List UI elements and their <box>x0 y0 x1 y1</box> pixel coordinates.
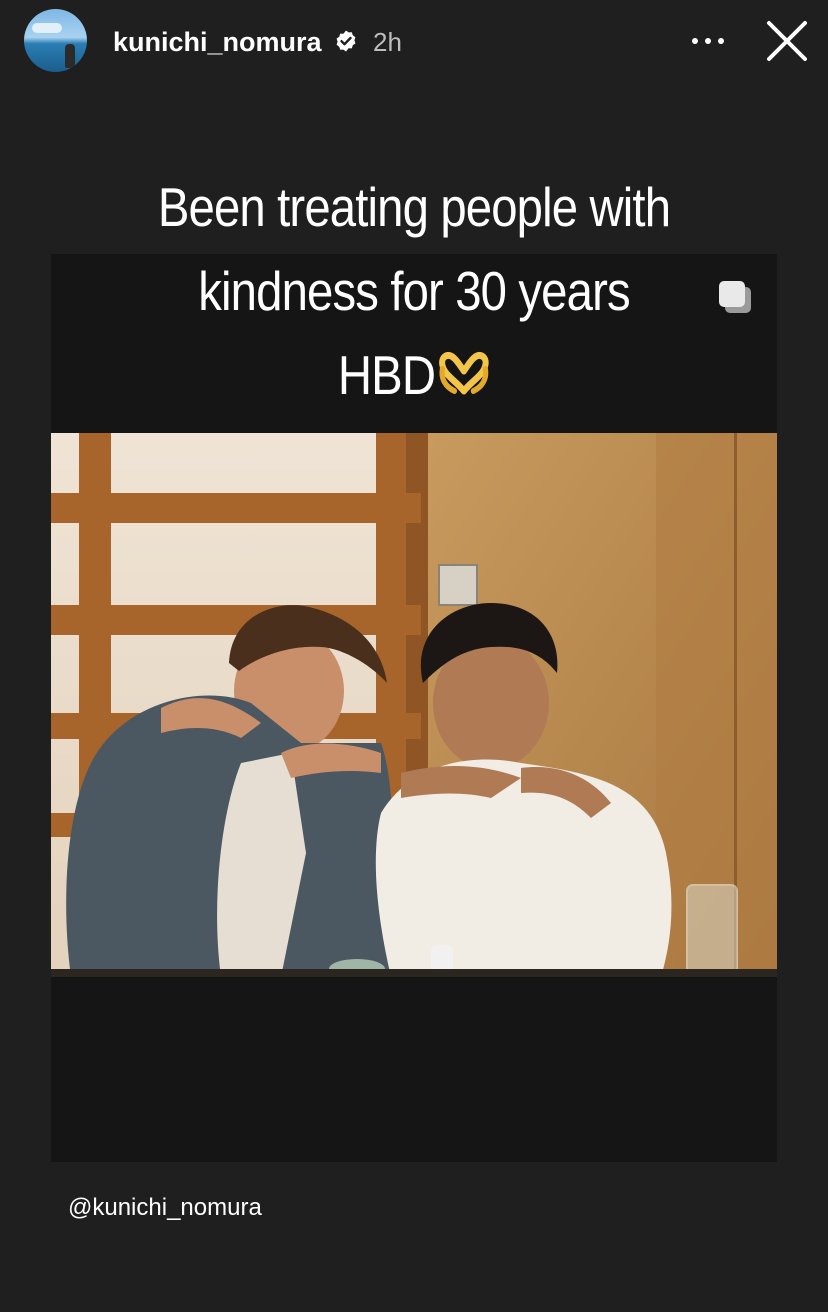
avatar[interactable] <box>24 9 87 72</box>
caption-line-3-text: HBD <box>337 344 436 406</box>
time-ago: 2h <box>373 27 402 57</box>
story-viewer: kunichi_nomura 2h Been treating people w… <box>0 0 828 1312</box>
caption-line-2: kindness for 30 years <box>198 260 630 322</box>
avatar-cloud <box>32 23 62 33</box>
story-header: kunichi_nomura 2h <box>0 0 828 84</box>
story-caption: Been treating people with kindness for 3… <box>110 165 719 417</box>
caption-line-1: Been treating people with <box>157 176 671 238</box>
verified-badge-icon <box>336 30 356 52</box>
more-options-button[interactable] <box>688 24 728 58</box>
more-dot <box>718 38 724 44</box>
photo-illustration <box>51 433 777 977</box>
username[interactable]: kunichi_nomura <box>113 26 322 58</box>
heart-hands-icon <box>438 352 489 395</box>
close-icon[interactable] <box>764 18 810 64</box>
more-horizontal-icon <box>692 38 698 44</box>
post-photo[interactable] <box>51 433 777 977</box>
multiple-posts-icon <box>719 281 751 313</box>
caption-line-3: HBD <box>110 333 719 417</box>
avatar-figure <box>65 44 75 68</box>
mention-sticker[interactable]: @kunichi_nomura <box>68 1192 262 1224</box>
more-dot <box>705 38 711 44</box>
